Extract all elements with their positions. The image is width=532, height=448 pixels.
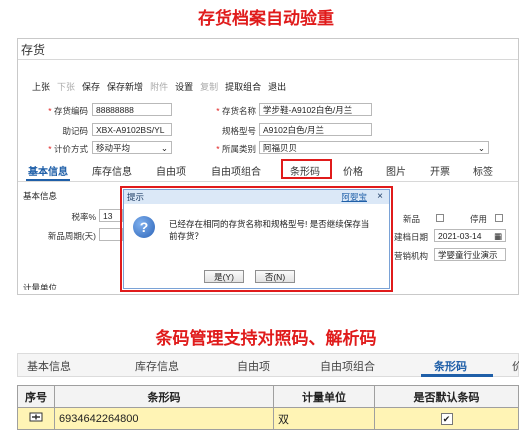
tab-invoice[interactable]: 开票 — [430, 163, 450, 178]
chevron-down-icon: ⌄ — [160, 143, 168, 153]
spec-field[interactable]: A9102白色/月兰 — [259, 123, 372, 136]
section-measure-title: 计量单位 — [23, 283, 58, 290]
date-field[interactable]: 2021-03-14 ▦ — [434, 229, 506, 242]
tab-basic-info[interactable]: 基本信息 — [28, 163, 68, 178]
disabled-checkbox[interactable] — [495, 214, 503, 222]
tab-stock-info[interactable]: 库存信息 — [92, 163, 132, 178]
tab-bar: 基本信息 库存信息 自由项 自由项组合 条形码 价格 图片 开票 标签 — [18, 163, 518, 181]
tab-free-item-combo[interactable]: 自由项组合 — [211, 163, 261, 178]
header-barcode: 条形码 — [54, 385, 274, 408]
no-button[interactable]: 否(N) — [255, 270, 295, 283]
copy-button[interactable]: 复制 — [200, 82, 218, 92]
header-unit: 计量单位 — [273, 385, 375, 408]
tab-price[interactable]: 价 — [512, 358, 519, 374]
new-cycle-label: 新品周期(天) — [47, 231, 96, 241]
save-button[interactable]: 保存 — [82, 82, 100, 92]
bottom-heading: 条码管理支持对照码、解析码 — [155, 329, 377, 348]
question-icon: ? — [133, 216, 155, 238]
header-index: 序号 — [17, 385, 55, 408]
row-marker-icon[interactable] — [17, 407, 55, 430]
mnemonic-field[interactable]: XBX-A9102BS/YL — [92, 123, 172, 136]
section-basic-title: 基本信息 — [23, 191, 58, 201]
tab-tag[interactable]: 标签 — [473, 163, 493, 178]
dialog-title: 提示 — [127, 192, 145, 202]
barcode-cell[interactable]: 6934642264800 — [54, 407, 274, 430]
user-link[interactable]: 阿婴宝 — [341, 190, 367, 204]
settings-button[interactable]: 设置 — [175, 82, 193, 92]
title-divider — [18, 59, 518, 60]
unit-cell[interactable]: 双 — [273, 407, 375, 430]
prev-button[interactable]: 上张 — [32, 82, 50, 92]
new-item-checkbox[interactable] — [436, 214, 444, 222]
code-field[interactable]: 88888888 — [92, 103, 172, 116]
disabled-label: 停用 — [470, 214, 488, 224]
next-button[interactable]: 下张 — [57, 82, 75, 92]
header-default: 是否默认条码 — [374, 385, 519, 408]
name-field[interactable]: 学步鞋-A9102白色/月兰 — [259, 103, 372, 116]
default-cell[interactable]: ✔ — [374, 407, 519, 430]
tab-stock-info[interactable]: 库存信息 — [135, 358, 179, 374]
tab-free-item[interactable]: 自由项 — [156, 163, 186, 178]
mnemonic-label: 助记码 — [62, 126, 88, 136]
tab-price[interactable]: 价格 — [343, 163, 363, 178]
tab-divider — [18, 181, 518, 182]
yes-button[interactable]: 是(Y) — [204, 270, 244, 283]
default-checkbox[interactable]: ✔ — [440, 412, 453, 425]
tab-free-item[interactable]: 自由项 — [237, 358, 270, 374]
new-item-label: 新品 — [403, 214, 421, 224]
barcode-tab-highlight — [281, 159, 332, 179]
extract-combo-button[interactable]: 提取组合 — [225, 82, 261, 92]
tab-basic-info[interactable]: 基本信息 — [27, 358, 71, 374]
calendar-icon[interactable]: ▦ — [494, 230, 502, 241]
toolbar: 上张 下张 保存 保存新增 附件 设置 复制 提取组合 退出 — [32, 80, 293, 93]
code-label: * 存货编码 — [48, 106, 88, 116]
spec-label: 规格型号 — [221, 126, 256, 136]
name-label: * 存货名称 — [216, 106, 256, 116]
table-row[interactable]: 6934642264800 双 ✔ — [17, 407, 519, 430]
tab-free-item-combo[interactable]: 自由项组合 — [320, 358, 375, 374]
close-icon[interactable]: × — [377, 190, 383, 204]
barcode-table: 序号 条形码 计量单位 是否默认条码 6934642264800 双 ✔ — [17, 385, 519, 430]
category-label: * 所属类别 — [216, 144, 256, 154]
barcode-tab-underline — [421, 374, 493, 377]
confirm-dialog: 提示 阿婴宝 × ? 已经存在相同的存货名称和规格型号! 是否继续保存当前存货？… — [123, 189, 390, 289]
tab-barcode[interactable]: 条形码 — [434, 358, 467, 374]
window-title: 存货 — [21, 43, 46, 57]
tab-image[interactable]: 图片 — [386, 163, 406, 178]
barcode-panel: 基本信息 库存信息 自由项 自由项组合 条形码 价 序号 条形码 计量单位 是否… — [17, 353, 519, 441]
org-label: 营销机构 — [394, 251, 429, 261]
tax-label: 税率% — [71, 212, 96, 222]
valuation-label: * 计价方式 — [48, 144, 88, 154]
top-heading: 存货档案自动验重 — [198, 9, 334, 28]
save-new-button[interactable]: 保存新增 — [107, 82, 143, 92]
date-label: 建档日期 — [394, 232, 429, 242]
dialog-titlebar: 提示 阿婴宝 × — [124, 190, 389, 204]
dialog-message: 已经存在相同的存货名称和规格型号! 是否继续保存当前存货？ — [169, 219, 370, 241]
org-field[interactable]: 学婴童行业演示○ — [434, 248, 506, 261]
exit-button[interactable]: 退出 — [268, 82, 286, 92]
attachment-button[interactable]: 附件 — [150, 82, 168, 92]
category-select[interactable]: 阿福贝贝 ⌄ — [259, 141, 489, 154]
chevron-down-icon: ⌄ — [477, 143, 485, 153]
valuation-select[interactable]: 移动平均 ⌄ — [92, 141, 172, 154]
